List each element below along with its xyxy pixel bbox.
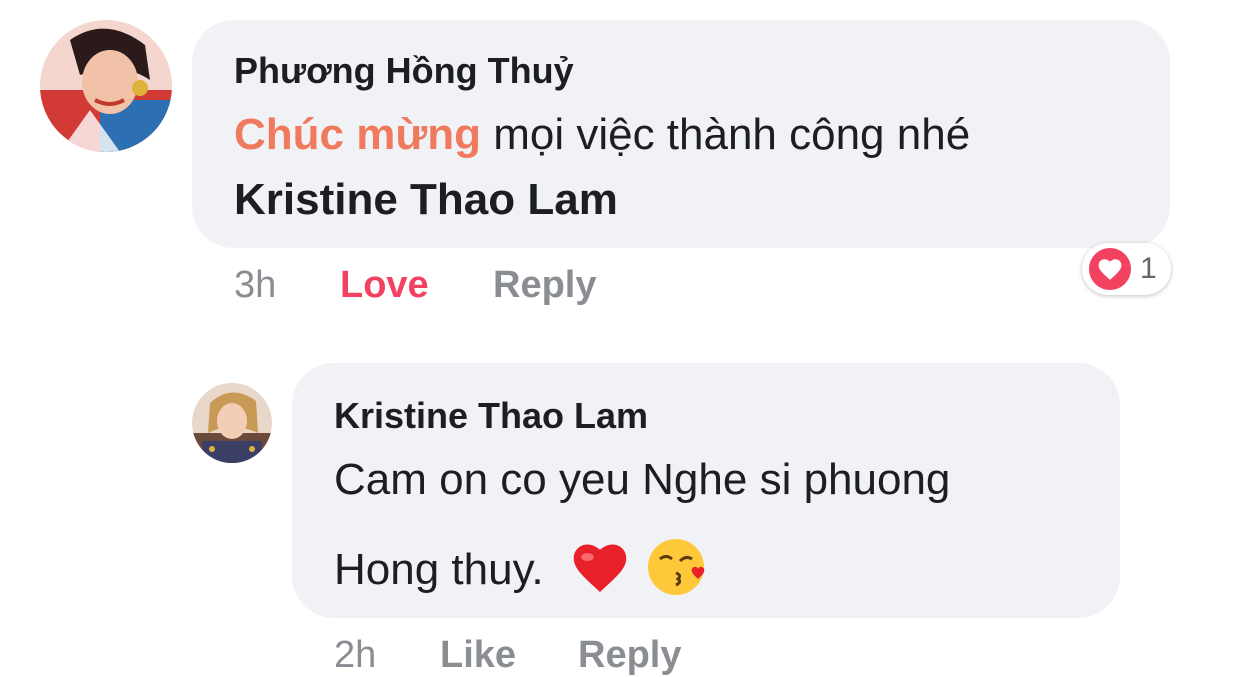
mention-link[interactable]: Kristine Thao Lam (234, 175, 618, 225)
comment-text-line-1: Chúc mừng mọi việc thành công nhé (234, 110, 970, 160)
heart-icon (1086, 245, 1134, 293)
comment-text: mọi việc thành công nhé (480, 110, 971, 159)
love-button[interactable]: Love (340, 264, 429, 307)
reply-bubble: Kristine Thao Lam Cam on co yeu Nghe si … (292, 363, 1120, 618)
comment-timestamp[interactable]: 3h (234, 264, 276, 307)
reaction-count: 1 (1140, 252, 1157, 285)
red-heart-icon (570, 539, 630, 606)
reply-button[interactable]: Reply (493, 264, 596, 307)
comment-highlight-text: Chúc mừng (234, 110, 481, 159)
reply-text-line-1: Cam on co yeu Nghe si phuong (334, 455, 951, 504)
reply-timestamp[interactable]: 2h (334, 634, 376, 677)
reply-text: Hong thuy. (334, 545, 544, 595)
reply-text-line-2: Hong thuy. (334, 535, 710, 610)
avatar-phuong-hong-thuy[interactable] (40, 20, 172, 152)
avatar-image (40, 20, 172, 152)
reaction-summary[interactable]: 1 (1082, 243, 1171, 295)
like-button[interactable]: Like (440, 634, 516, 677)
reply-reply-button[interactable]: Reply (578, 634, 681, 677)
comment-author[interactable]: Phương Hồng Thuỷ (234, 50, 574, 92)
avatar-kristine-thao-lam[interactable] (192, 383, 272, 463)
avatar-image (192, 383, 272, 463)
kissing-face-icon (646, 535, 710, 610)
reply-author[interactable]: Kristine Thao Lam (334, 395, 648, 437)
comment-bubble: Phương Hồng Thuỷ Chúc mừng mọi việc thàn… (192, 20, 1170, 248)
